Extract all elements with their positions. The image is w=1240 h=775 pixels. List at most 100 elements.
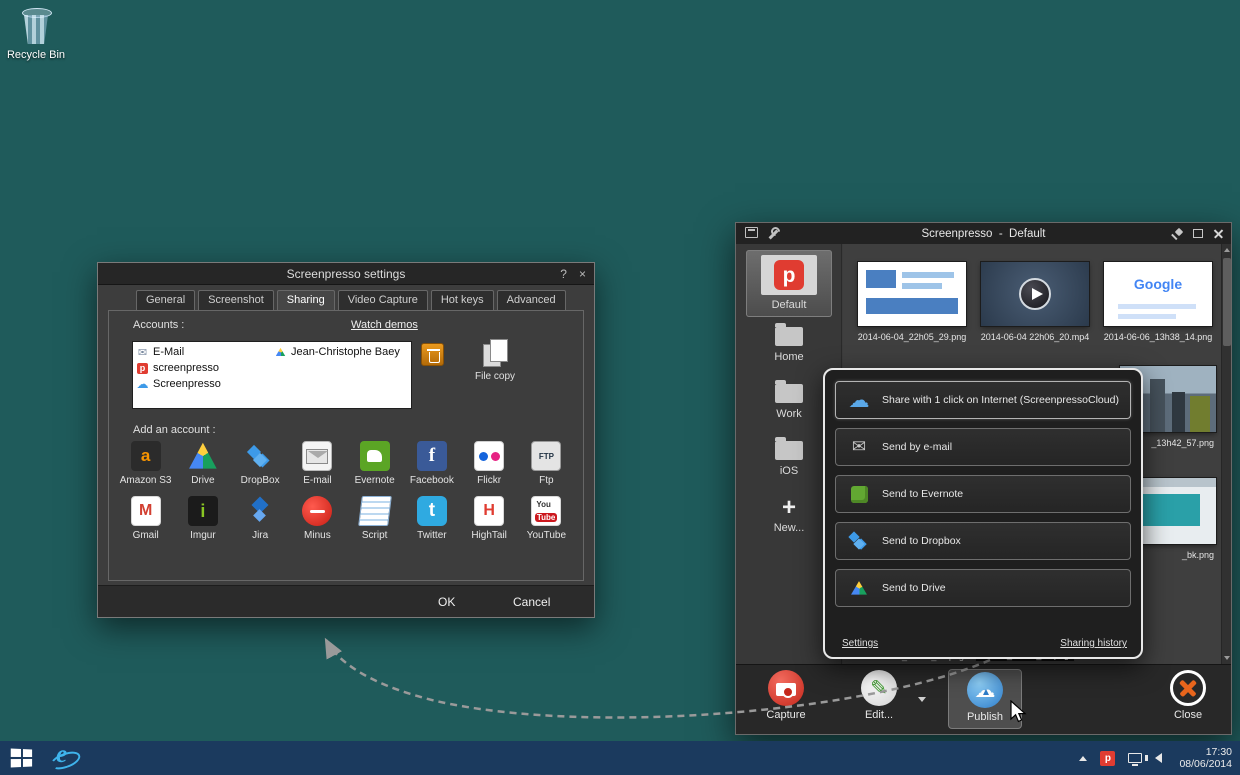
maximize-icon[interactable]	[1193, 229, 1203, 238]
sidebar-item-label: Home	[746, 351, 832, 363]
provider-label: E-mail	[289, 475, 346, 486]
volume-icon[interactable]	[1155, 753, 1162, 763]
hightail-icon	[474, 496, 504, 526]
provider-twitter[interactable]: Twitter	[403, 496, 460, 541]
account-name: E-Mail	[153, 346, 271, 358]
watch-demos-link[interactable]: Watch demos	[351, 319, 418, 331]
workspace-box-icon[interactable]	[745, 227, 758, 238]
screenpresso-tray-icon[interactable]	[1100, 751, 1115, 766]
scrollbar-thumb[interactable]	[1223, 258, 1231, 346]
main-window-title: Screenpresso - Default	[736, 228, 1231, 240]
youtube-icon	[531, 496, 561, 526]
close-window-icon[interactable]	[1213, 228, 1224, 239]
share-option-label: Share with 1 click on Internet (Screenpr…	[882, 394, 1119, 406]
network-icon[interactable]	[1128, 753, 1142, 763]
provider-gmail[interactable]: Gmail	[117, 496, 174, 541]
share-option-label: Send to Evernote	[882, 488, 963, 500]
sidebar-item-ios[interactable]: iOS	[746, 436, 832, 483]
sidebar-item-default[interactable]: Default	[746, 250, 832, 317]
scroll-down-icon[interactable]	[1222, 652, 1232, 664]
provider-amazon-s3[interactable]: Amazon S3	[117, 441, 174, 486]
thumbnail-filename: 2014-06-06_13h38_14.png	[1100, 332, 1216, 342]
provider-ftp[interactable]: Ftp	[518, 441, 575, 486]
dialog-button-strip: OK Cancel	[98, 585, 594, 617]
sidebar-item-home[interactable]: Home	[746, 322, 832, 369]
recycle-bin-label: Recycle Bin	[4, 49, 68, 61]
share-option-send-to-evernote[interactable]: Send to Evernote	[835, 475, 1131, 513]
capture-button[interactable]: Capture	[750, 670, 822, 721]
tab-advanced[interactable]: Advanced	[497, 290, 566, 310]
provider-label: Flickr	[461, 475, 518, 486]
sidebar-item-work[interactable]: Work	[746, 379, 832, 426]
provider-minus[interactable]: Minus	[289, 496, 346, 541]
thumbnail-2014-06-04-22h05-29-png[interactable]: 2014-06-04_22h05_29.png	[854, 262, 970, 342]
internet-explorer-button[interactable]	[44, 741, 84, 775]
share-option-send-to-dropbox[interactable]: Send to Dropbox	[835, 522, 1131, 560]
dropbox-icon	[245, 441, 275, 471]
sharing-history-link[interactable]: Sharing history	[1060, 638, 1127, 649]
share-option-send-to-drive[interactable]: Send to Drive	[835, 569, 1131, 607]
thumbnail-2014-06-06-13h38-14-png[interactable]: Google2014-06-06_13h38_14.png	[1100, 262, 1216, 342]
edit-dropdown-arrow-icon[interactable]	[918, 697, 926, 702]
share-option-share-with-1-click-on-internet-screenpre[interactable]: Share with 1 click on Internet (Screenpr…	[835, 381, 1131, 419]
provider-label: Drive	[174, 475, 231, 486]
thumbnail-2014-06-04-22h06-20-mp4[interactable]: 2014-06-04 22h06_20.mp4	[977, 262, 1093, 342]
delete-account-button[interactable]	[421, 343, 444, 366]
provider-imgur[interactable]: Imgur	[174, 496, 231, 541]
tab-hot-keys[interactable]: Hot keys	[431, 290, 494, 310]
provider-drive[interactable]: Drive	[174, 441, 231, 486]
account-row[interactable]: Screenpresso	[133, 376, 411, 392]
cancel-button[interactable]: Cancel	[503, 593, 560, 611]
provider-label: Gmail	[117, 530, 174, 541]
close-x-icon	[1170, 670, 1206, 706]
popup-settings-link[interactable]: Settings	[842, 638, 878, 649]
account-detail: Jean-Christophe Baey	[291, 346, 400, 358]
settings-wrench-icon[interactable]	[767, 227, 780, 240]
provider-e-mail[interactable]: E-mail	[289, 441, 346, 486]
share-option-send-by-e-mail[interactable]: Send by e-mail	[835, 428, 1131, 466]
vertical-scrollbar[interactable]	[1221, 244, 1231, 664]
publish-button[interactable]: Publish	[948, 669, 1022, 729]
recycle-bin-icon[interactable]: Recycle Bin	[4, 8, 68, 61]
scroll-up-icon[interactable]	[1222, 244, 1232, 256]
account-name: Screenpresso	[153, 378, 271, 390]
account-row[interactable]: E-Mail Jean-Christophe Baey	[133, 344, 411, 360]
tab-video-capture[interactable]: Video Capture	[338, 290, 428, 310]
provider-hightail[interactable]: HighTail	[461, 496, 518, 541]
amazons3-icon	[131, 441, 161, 471]
edit-label: Edit...	[843, 709, 915, 721]
account-row[interactable]: screenpresso	[133, 360, 411, 376]
provider-dropbox[interactable]: DropBox	[232, 441, 289, 486]
clock-time: 17:30	[1179, 746, 1232, 758]
add-account-label: Add an account :	[133, 424, 216, 436]
help-icon[interactable]: ?	[560, 267, 567, 281]
sic-cloud-icon	[136, 378, 149, 391]
tab-general[interactable]: General	[136, 290, 195, 310]
provider-evernote[interactable]: Evernote	[346, 441, 403, 486]
file-copy-button[interactable]: File copy	[467, 339, 523, 382]
provider-flickr[interactable]: Flickr	[461, 441, 518, 486]
accounts-list[interactable]: E-Mail Jean-Christophe Baey screenpresso Sc…	[132, 341, 412, 409]
sidebar-item-new[interactable]: +New...	[746, 492, 832, 540]
provider-youtube[interactable]: YouTube	[518, 496, 575, 541]
ok-button[interactable]: OK	[428, 593, 465, 611]
screenpresso-logo-tile	[761, 255, 817, 295]
provider-label: Twitter	[403, 530, 460, 541]
close-app-button[interactable]: Close	[1152, 670, 1224, 721]
pin-icon[interactable]	[1171, 228, 1183, 240]
taskbar-clock[interactable]: 17:30 08/06/2014	[1179, 746, 1232, 770]
tab-sharing[interactable]: Sharing	[277, 290, 335, 310]
provider-label: DropBox	[232, 475, 289, 486]
sic-drive-icon	[274, 346, 287, 359]
provider-jira[interactable]: Jira	[232, 496, 289, 541]
tab-screenshot[interactable]: Screenshot	[198, 290, 274, 310]
provider-label: Jira	[232, 530, 289, 541]
sidebar-item-label: Work	[746, 408, 832, 420]
screenpresso-logo-icon	[774, 260, 804, 290]
edit-button[interactable]: Edit...	[843, 670, 915, 721]
start-button[interactable]	[0, 741, 44, 775]
tray-expand-icon[interactable]	[1079, 756, 1087, 761]
close-dialog-icon[interactable]: ×	[579, 267, 586, 281]
provider-facebook[interactable]: Facebook	[403, 441, 460, 486]
provider-script[interactable]: Script	[346, 496, 403, 541]
